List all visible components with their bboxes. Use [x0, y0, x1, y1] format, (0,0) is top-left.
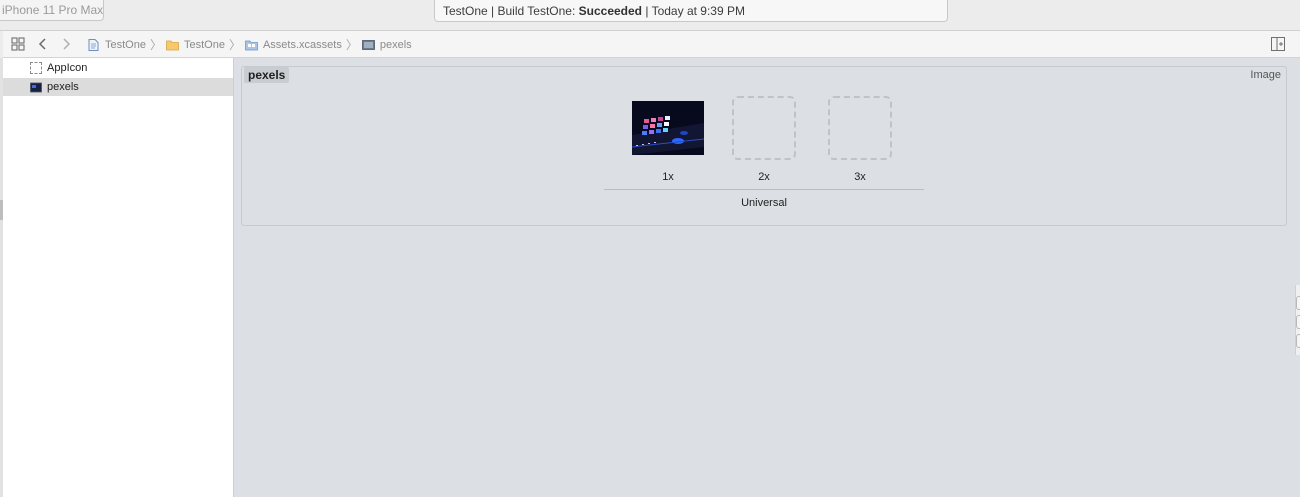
related-items-icon[interactable] [11, 37, 25, 51]
outline-item-label: AppIcon [47, 62, 88, 74]
project-file-icon [88, 38, 99, 51]
folder-icon [166, 40, 179, 50]
asset-editor: pexels Image 1x 2x 3x Universal [234, 58, 1300, 497]
outline-item-appicon[interactable]: AppIcon [3, 59, 233, 77]
breadcrumb: TestOne 〉 TestOne 〉 Assets.xcassets 〉 pe… [87, 31, 412, 58]
forward-arrow-icon[interactable] [61, 37, 71, 51]
slot-3x-label: 3x [854, 171, 866, 183]
inspector-control-fragment[interactable] [1296, 334, 1300, 348]
asset-catalog-icon [245, 40, 258, 50]
breadcrumb-group[interactable]: TestOne [166, 39, 225, 51]
breadcrumb-project[interactable]: TestOne [87, 38, 146, 51]
image-set-icon [361, 39, 375, 50]
idiom-label: Universal [741, 197, 787, 209]
breadcrumb-asset-catalog[interactable]: Assets.xcassets [245, 39, 342, 51]
slot-2x-label: 2x [758, 171, 770, 183]
breadcrumb-label: pexels [379, 38, 412, 51]
jump-bar: TestOne 〉 TestOne 〉 Assets.xcassets 〉 pe… [3, 31, 1300, 58]
idiom-divider [604, 189, 924, 190]
slot-3x-dropzone[interactable] [828, 96, 892, 160]
breadcrumb-separator-icon: 〉 [149, 38, 162, 52]
breadcrumb-label: TestOne [183, 38, 225, 51]
image-set-type: Image [1250, 69, 1281, 81]
breadcrumb-separator-icon: 〉 [228, 38, 241, 52]
activity-timestamp: | Today at 9:39 PM [642, 4, 745, 18]
image-set-name[interactable]: pexels [244, 67, 290, 83]
breadcrumb-label: Assets.xcassets [262, 38, 342, 51]
add-editor-icon[interactable] [1271, 37, 1285, 51]
image-set-panel: pexels Image 1x 2x 3x Universal [241, 66, 1287, 226]
activity-viewer: TestOne | Build TestOne: Succeeded | Tod… [434, 0, 948, 22]
pexels-thumbnail [632, 101, 704, 155]
scheme-destination-button[interactable]: iPhone 11 Pro Max [0, 0, 104, 21]
slot-1x-image[interactable] [632, 101, 704, 155]
window-toolbar: iPhone 11 Pro Max TestOne | Build TestOn… [0, 0, 1300, 31]
slot-2x-dropzone[interactable] [732, 96, 796, 160]
breadcrumb-separator-icon: 〉 [345, 38, 358, 52]
slot-1x-label: 1x [662, 171, 674, 183]
outline-item-label: pexels [47, 81, 79, 93]
asset-outline: AppIcon pexels [3, 58, 234, 497]
inspector-control-fragment[interactable] [1296, 296, 1300, 310]
build-status: Succeeded [578, 4, 643, 18]
back-arrow-icon[interactable] [38, 37, 48, 51]
image-set-icon [30, 82, 42, 92]
outline-item-pexels[interactable]: pexels [3, 78, 233, 96]
breadcrumb-label: TestOne [105, 38, 146, 51]
app-icon-set-icon [30, 62, 42, 74]
breadcrumb-image-set[interactable]: pexels [361, 38, 412, 51]
inspector-control-fragment[interactable] [1296, 315, 1300, 329]
activity-prefix: TestOne | Build TestOne: [443, 4, 579, 18]
